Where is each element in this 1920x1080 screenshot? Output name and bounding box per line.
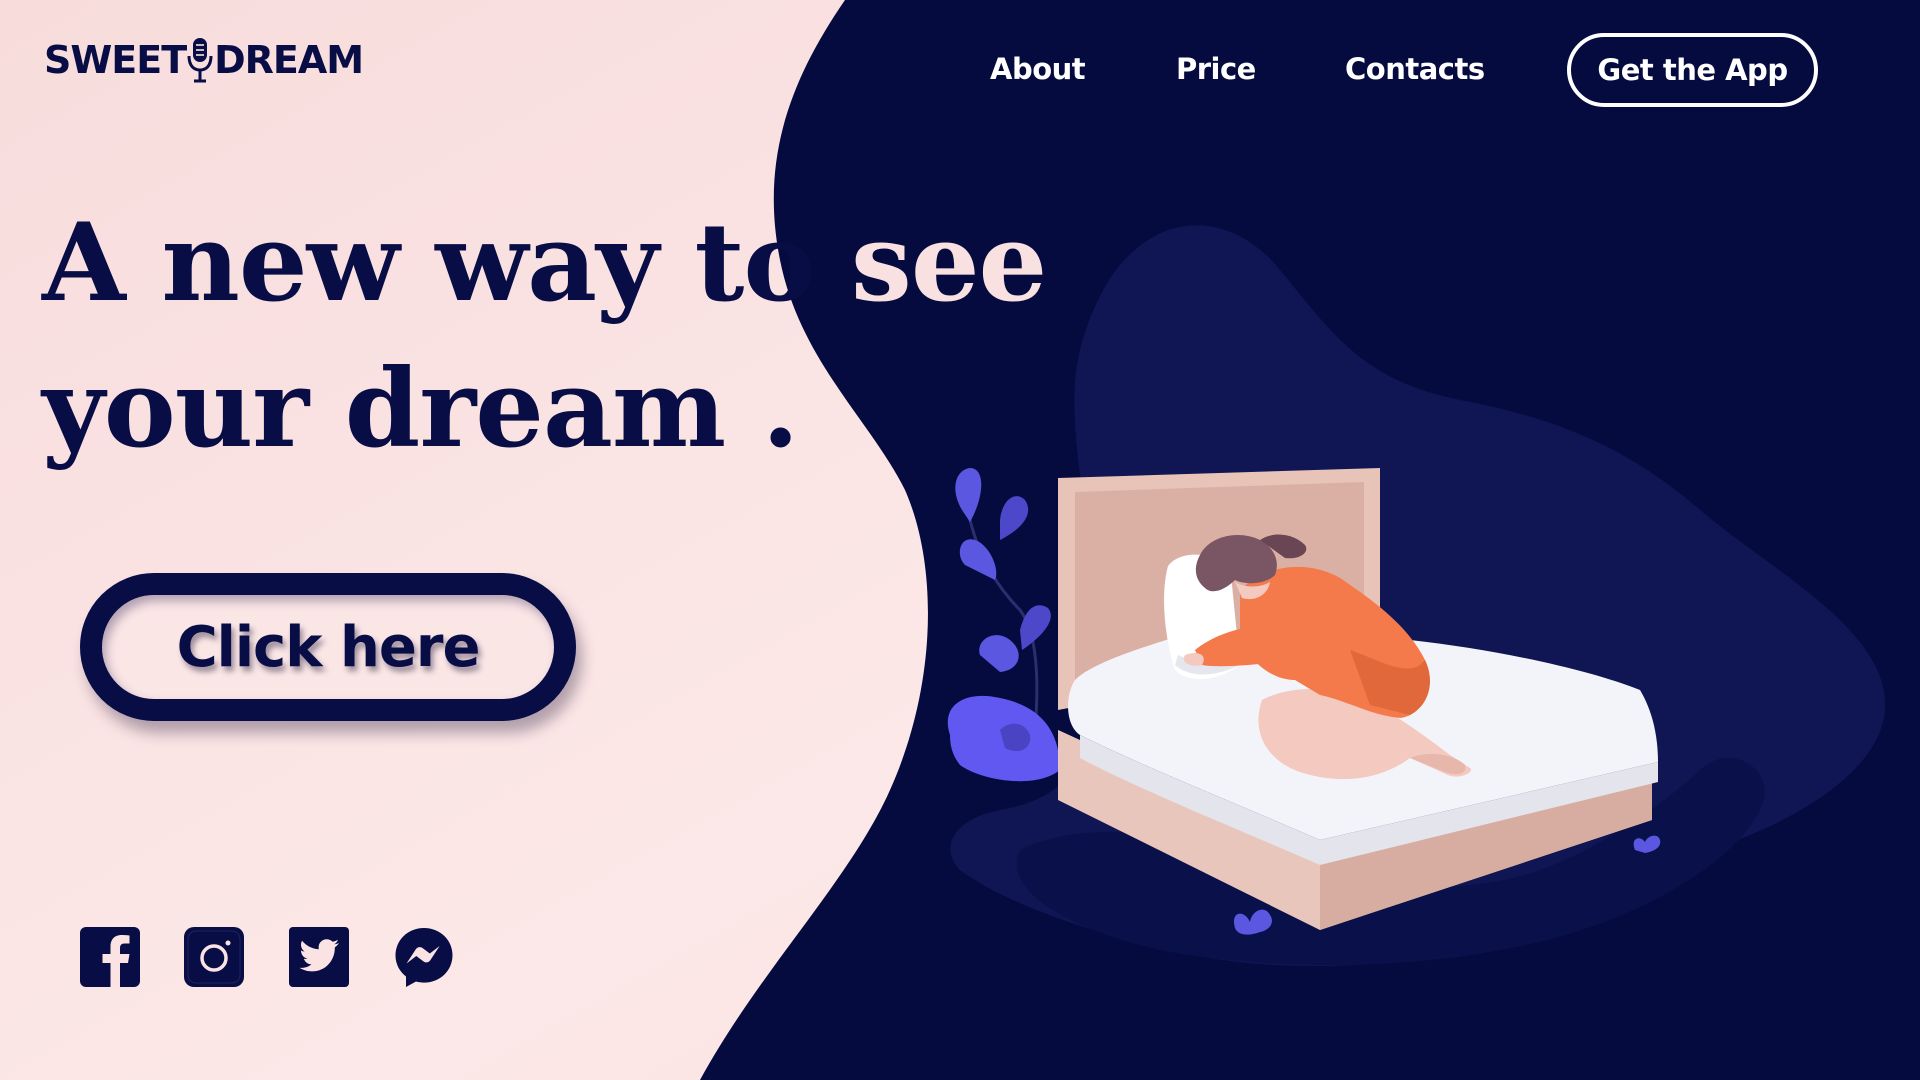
landing-page: SWEET DREAM About Price Contacts Get the… bbox=[0, 0, 1920, 1080]
hero-headline-line2: your dream . bbox=[42, 346, 799, 472]
nav-link-price[interactable]: Price bbox=[1176, 52, 1256, 86]
sleeping-woman-illustration bbox=[947, 225, 1886, 967]
brand-name-part1: SWEET bbox=[44, 38, 187, 82]
hero-headline-line1: A new way to see bbox=[42, 190, 1047, 336]
brand-logo[interactable]: SWEET DREAM bbox=[44, 36, 364, 84]
messenger-icon[interactable] bbox=[392, 925, 456, 989]
nav-link-contacts[interactable]: Contacts bbox=[1345, 52, 1485, 86]
microphone-icon bbox=[186, 36, 214, 84]
hero-headline: A new way to see your dream . bbox=[42, 190, 1047, 482]
nav-link-about[interactable]: About bbox=[990, 52, 1086, 86]
get-the-app-button[interactable]: Get the App bbox=[1567, 33, 1818, 107]
plant bbox=[947, 468, 1060, 782]
instagram-icon[interactable] bbox=[182, 925, 246, 989]
twitter-icon[interactable] bbox=[287, 925, 351, 989]
brand-name-part2: DREAM bbox=[214, 38, 364, 82]
facebook-icon[interactable] bbox=[78, 925, 142, 989]
click-here-button[interactable]: Click here bbox=[80, 573, 576, 721]
hero-headline-line1-dark: A new way to bbox=[42, 200, 815, 326]
